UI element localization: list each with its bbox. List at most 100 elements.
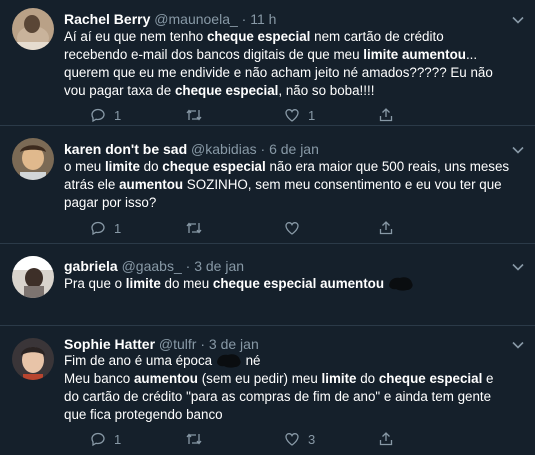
heart-icon bbox=[285, 109, 299, 122]
tweet[interactable]: Rachel Berry @maunoela_ · 11 h Aí aí eu … bbox=[0, 0, 535, 126]
share-icon bbox=[379, 432, 393, 446]
retweet-button[interactable] bbox=[185, 106, 211, 124]
highlighted-term: limite bbox=[104, 159, 140, 174]
tweet-text: o meu limite do cheque especial não era … bbox=[64, 158, 517, 212]
text-segment: do bbox=[356, 371, 379, 386]
heart-icon bbox=[285, 222, 299, 235]
tweet-text-line: que fica protegendo banco bbox=[64, 406, 517, 424]
user-handle[interactable]: @kabidias bbox=[191, 141, 257, 157]
tweet-text-line: o meu limite do cheque especial não era … bbox=[64, 158, 517, 176]
tweet[interactable]: Sophie Hatter @tulfr · 3 de jan Fim de a… bbox=[0, 326, 535, 455]
censor-blot bbox=[216, 354, 241, 369]
reply-count: 1 bbox=[114, 107, 122, 123]
retweet-icon bbox=[186, 222, 202, 234]
reply-button[interactable]: 1 bbox=[90, 219, 121, 237]
avatar[interactable] bbox=[12, 256, 54, 298]
tweet-text-line: do cartão de crédito "para as compras de… bbox=[64, 388, 517, 406]
highlighted-term: cheque especial bbox=[174, 83, 279, 98]
text-segment: vou pagar taxa de bbox=[64, 83, 175, 98]
tweet-text: Fim de ano é uma época né Meu banco aumen… bbox=[64, 352, 517, 424]
tweet[interactable]: gabriela @gaabs_ · 3 de jan Pra que o li… bbox=[0, 244, 535, 326]
chevron-down-icon[interactable] bbox=[511, 338, 525, 352]
text-segment: Fim de ano é uma época bbox=[64, 353, 216, 368]
text-segment: do bbox=[139, 159, 163, 174]
text-segment: , não so boba!!!! bbox=[278, 83, 375, 98]
highlighted-term: cheque especial aumentou bbox=[212, 276, 385, 291]
text-segment: pagar por isso? bbox=[64, 195, 157, 210]
tweet-text-line: recebendo e-mail dos bancos digitais de … bbox=[64, 46, 517, 64]
share-button[interactable] bbox=[378, 430, 402, 448]
retweet-button[interactable] bbox=[185, 219, 211, 237]
text-segment: querem que eu me endivide e não acham je… bbox=[64, 65, 493, 80]
timestamp[interactable]: 6 de jan bbox=[269, 141, 319, 157]
highlighted-term: aumentou bbox=[133, 371, 198, 386]
text-segment: atrás ele bbox=[64, 177, 120, 192]
retweet-icon bbox=[186, 109, 202, 121]
text-segment: e bbox=[482, 371, 494, 386]
tweet-text-line: Meu banco aumentou (sem eu pedir) meu li… bbox=[64, 370, 517, 388]
text-segment: ... bbox=[465, 47, 478, 62]
chevron-down-icon[interactable] bbox=[511, 13, 525, 27]
tweet-text-line: querem que eu me endivide e não acham je… bbox=[64, 64, 517, 82]
user-handle[interactable]: @gaabs_ bbox=[122, 258, 182, 274]
text-segment: SOZINHO, sem meu consentimento e eu vou … bbox=[183, 177, 502, 192]
reply-button[interactable]: 1 bbox=[90, 106, 121, 124]
tweet-text-line: Fim de ano é uma época né bbox=[64, 352, 517, 370]
highlighted-term: cheque especial bbox=[162, 159, 266, 174]
tweet-text: Pra que o limite do meu cheque especial … bbox=[64, 275, 517, 293]
separator-dot: · bbox=[185, 258, 191, 274]
text-segment: não era maior que 500 reais, uns meses bbox=[265, 159, 510, 174]
separator-dot: · bbox=[200, 336, 206, 352]
reply-icon bbox=[91, 108, 105, 123]
tweet-text-line: pagar por isso? bbox=[64, 194, 517, 212]
share-button[interactable] bbox=[378, 219, 402, 237]
text-segment: né bbox=[241, 353, 261, 368]
share-icon bbox=[379, 221, 393, 235]
user-handle[interactable]: @maunoela_ bbox=[154, 11, 238, 27]
reply-count: 1 bbox=[114, 220, 122, 236]
display-name[interactable]: karen don't be sad bbox=[64, 141, 187, 157]
display-name[interactable]: Sophie Hatter bbox=[64, 336, 155, 352]
reply-icon bbox=[91, 432, 105, 447]
separator-dot: · bbox=[241, 11, 247, 27]
display-name[interactable]: gabriela bbox=[64, 258, 118, 274]
like-button[interactable]: 3 bbox=[284, 430, 315, 448]
retweet-icon bbox=[186, 433, 202, 445]
text-segment: Pra que o bbox=[64, 276, 126, 291]
timestamp[interactable]: 3 de jan bbox=[194, 258, 244, 274]
like-button[interactable]: 1 bbox=[284, 106, 315, 124]
tweet-feed: Rachel Berry @maunoela_ · 11 h Aí aí eu … bbox=[0, 0, 535, 455]
chevron-down-icon[interactable] bbox=[511, 260, 525, 274]
separator-dot: · bbox=[260, 141, 266, 157]
display-name[interactable]: Rachel Berry bbox=[64, 11, 150, 27]
user-handle[interactable]: @tulfr bbox=[159, 336, 197, 352]
text-segment: do cartão de crédito "para as compras de… bbox=[64, 389, 492, 404]
text-segment: nem cartão de crédito bbox=[310, 29, 444, 44]
chevron-down-icon[interactable] bbox=[511, 143, 525, 157]
like-count: 3 bbox=[308, 431, 316, 447]
tweet[interactable]: karen don't be sad @kabidias · 6 de jan … bbox=[0, 126, 535, 244]
text-segment: recebendo e-mail dos bancos digitais de … bbox=[64, 47, 364, 62]
timestamp[interactable]: 3 de jan bbox=[209, 336, 259, 352]
text-segment: (sem eu pedir) meu bbox=[197, 371, 322, 386]
tweet-text-line: vou pagar taxa de cheque especial, não s… bbox=[64, 82, 517, 100]
censor-blot bbox=[388, 277, 413, 292]
avatar[interactable] bbox=[12, 338, 54, 380]
like-count: 1 bbox=[308, 107, 316, 123]
heart-icon bbox=[285, 433, 299, 446]
avatar[interactable] bbox=[12, 8, 54, 50]
like-button[interactable] bbox=[284, 219, 308, 237]
tweet-text-line: Pra que o limite do meu cheque especial … bbox=[64, 275, 517, 293]
timestamp[interactable]: 11 h bbox=[250, 11, 276, 27]
highlighted-term: limite bbox=[125, 276, 161, 291]
highlighted-term: limite aumentou bbox=[363, 47, 466, 62]
share-button[interactable] bbox=[378, 106, 402, 124]
text-segment: Aí aí eu que nem tenho bbox=[64, 29, 207, 44]
retweet-button[interactable] bbox=[185, 430, 211, 448]
reply-button[interactable]: 1 bbox=[90, 430, 121, 448]
highlighted-term: cheque especial bbox=[206, 29, 311, 44]
text-segment: que fica protegendo banco bbox=[64, 407, 223, 422]
reply-icon bbox=[91, 221, 105, 236]
text-segment: Meu banco bbox=[64, 371, 134, 386]
avatar[interactable] bbox=[12, 138, 54, 180]
